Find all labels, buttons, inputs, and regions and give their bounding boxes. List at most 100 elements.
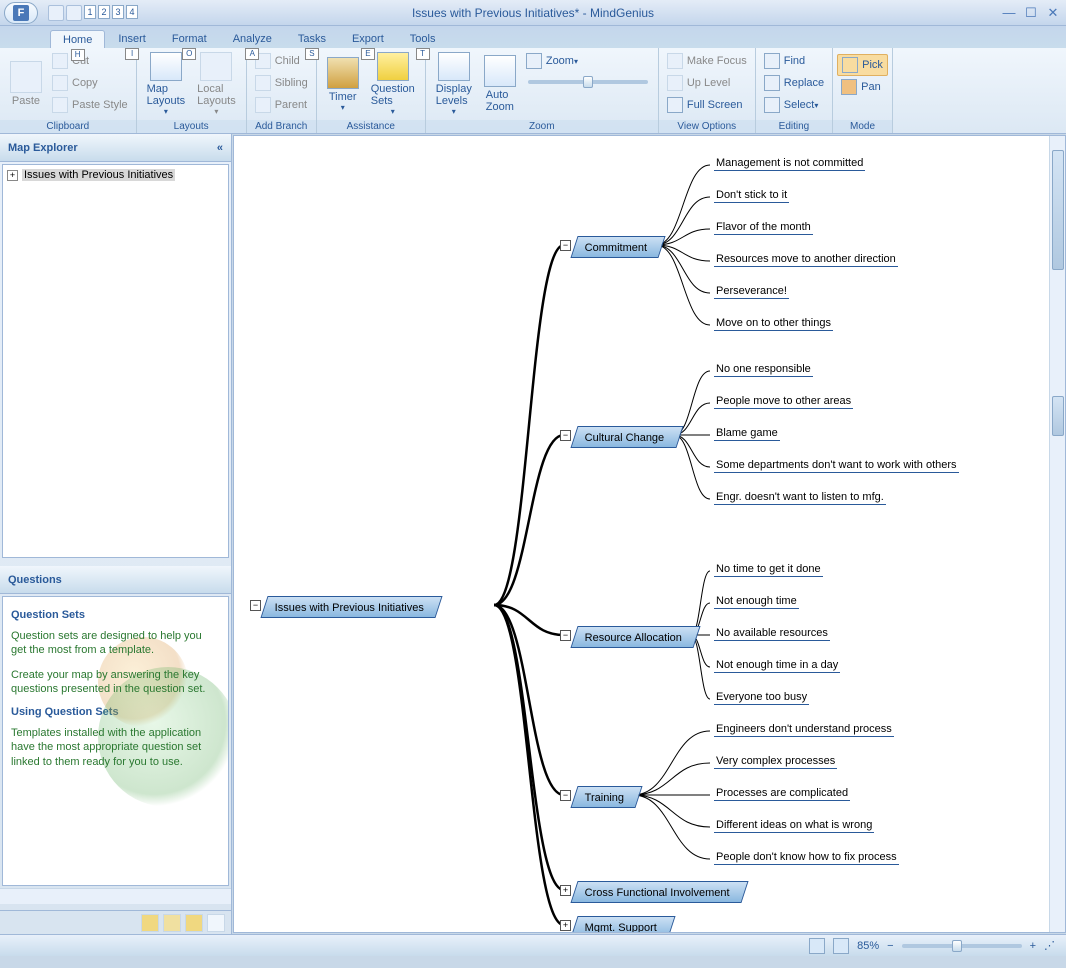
local-layouts-button[interactable]: Local Layouts▾ bbox=[191, 50, 242, 118]
expand-icon[interactable]: + bbox=[7, 170, 18, 181]
tool-brush-icon[interactable] bbox=[185, 914, 203, 932]
tab-tools[interactable]: ToolsT bbox=[397, 29, 449, 48]
parent-button[interactable]: Parent bbox=[251, 94, 312, 116]
qat-num-3[interactable]: 3 bbox=[112, 5, 124, 19]
display-levels-button[interactable]: Display Levels▾ bbox=[430, 50, 478, 118]
tab-export[interactable]: ExportE bbox=[339, 29, 397, 48]
resize-grip-icon[interactable]: ⋰ bbox=[1044, 939, 1058, 953]
collapse-panel-button[interactable]: « bbox=[217, 142, 223, 154]
timer-button[interactable]: Timer▾ bbox=[321, 50, 365, 118]
select-button[interactable]: Select ▾ bbox=[760, 94, 828, 116]
map-node[interactable]: Training bbox=[570, 786, 642, 808]
slider-thumb[interactable] bbox=[583, 76, 593, 88]
find-button[interactable]: Find bbox=[760, 50, 828, 72]
tool-pencil-icon[interactable] bbox=[141, 914, 159, 932]
map-leaf[interactable]: Engineers don't understand process bbox=[714, 723, 894, 737]
tool-question-icon[interactable] bbox=[163, 914, 181, 932]
slider-thumb[interactable] bbox=[952, 940, 962, 952]
qat-save-icon[interactable] bbox=[66, 5, 82, 21]
mindmap-canvas[interactable]: Issues with Previous Initiatives−Commitm… bbox=[234, 136, 1065, 932]
workspace: Map Explorer « + Issues with Previous In… bbox=[0, 134, 1066, 934]
map-leaf[interactable]: Not enough time bbox=[714, 595, 799, 609]
minimize-button[interactable]: — bbox=[1000, 6, 1018, 20]
tab-analyze[interactable]: AnalyzeA bbox=[220, 29, 285, 48]
qat-new-icon[interactable] bbox=[48, 5, 64, 21]
tree-root-item[interactable]: + Issues with Previous Initiatives bbox=[7, 169, 224, 181]
close-button[interactable]: ✕ bbox=[1044, 6, 1062, 20]
map-leaf[interactable]: Move on to other things bbox=[714, 317, 833, 331]
group-label: Mode bbox=[833, 120, 892, 133]
status-icon[interactable] bbox=[833, 938, 849, 954]
replace-button[interactable]: Replace bbox=[760, 72, 828, 94]
app-icon: F bbox=[13, 5, 29, 21]
map-node[interactable]: Mgmt. Support bbox=[570, 916, 675, 932]
map-leaf[interactable]: Different ideas on what is wrong bbox=[714, 819, 874, 833]
map-leaf[interactable]: People move to other areas bbox=[714, 395, 853, 409]
map-leaf[interactable]: Perseverance! bbox=[714, 285, 789, 299]
auto-zoom-button[interactable]: Auto Zoom bbox=[478, 50, 522, 118]
up-level-button[interactable]: Up Level bbox=[663, 72, 751, 94]
maximize-button[interactable]: ☐ bbox=[1022, 6, 1040, 20]
question-sets-button[interactable]: Question Sets▾ bbox=[365, 50, 421, 118]
scrollbar-thumb[interactable] bbox=[1052, 150, 1064, 270]
map-leaf[interactable]: Blame game bbox=[714, 427, 780, 441]
zoom-in-button[interactable]: + bbox=[1030, 940, 1036, 952]
map-leaf[interactable]: Not enough time in a day bbox=[714, 659, 840, 673]
app-menu-button[interactable]: F bbox=[4, 2, 38, 24]
zoom-out-button[interactable]: − bbox=[887, 940, 893, 952]
map-node[interactable]: Cross Functional Involvement bbox=[570, 881, 748, 903]
map-leaf[interactable]: Flavor of the month bbox=[714, 221, 813, 235]
map-leaf[interactable]: No available resources bbox=[714, 627, 830, 641]
map-leaf[interactable]: People don't know how to fix process bbox=[714, 851, 899, 865]
scrollbar-thumb[interactable] bbox=[1052, 396, 1064, 436]
make-focus-button[interactable]: Make Focus bbox=[663, 50, 751, 72]
qat-num-4[interactable]: 4 bbox=[126, 5, 138, 19]
collapse-toggle-icon[interactable]: − bbox=[560, 630, 571, 641]
map-node[interactable]: Commitment bbox=[570, 236, 665, 258]
collapse-toggle-icon[interactable]: + bbox=[560, 885, 571, 896]
collapse-toggle-icon[interactable]: − bbox=[250, 600, 261, 611]
qat-num-2[interactable]: 2 bbox=[98, 5, 110, 19]
map-leaf[interactable]: Resources move to another direction bbox=[714, 253, 898, 267]
map-explorer-tree[interactable]: + Issues with Previous Initiatives bbox=[2, 164, 229, 558]
questions-scrollbar[interactable] bbox=[0, 888, 231, 904]
quick-access-toolbar: 1 2 3 4 bbox=[48, 5, 138, 21]
qat-num-1[interactable]: 1 bbox=[84, 5, 96, 19]
status-zoom-slider[interactable] bbox=[902, 944, 1022, 948]
tool-grid-icon[interactable] bbox=[207, 914, 225, 932]
zoom-button[interactable]: Zoom ▾ bbox=[522, 50, 654, 72]
status-icon[interactable] bbox=[809, 938, 825, 954]
map-node[interactable]: Issues with Previous Initiatives bbox=[260, 596, 442, 618]
paste-style-button[interactable]: Paste Style bbox=[48, 94, 132, 116]
sibling-button[interactable]: Sibling bbox=[251, 72, 312, 94]
tab-tasks[interactable]: TasksS bbox=[285, 29, 339, 48]
cut-button[interactable]: Cut bbox=[48, 50, 132, 72]
paste-button[interactable]: Paste bbox=[4, 50, 48, 118]
tab-home[interactable]: HomeH bbox=[50, 30, 105, 48]
map-node[interactable]: Resource Allocation bbox=[570, 626, 700, 648]
map-leaf[interactable]: Don't stick to it bbox=[714, 189, 789, 203]
map-leaf[interactable]: No one responsible bbox=[714, 363, 813, 377]
collapse-toggle-icon[interactable]: − bbox=[560, 430, 571, 441]
map-layouts-button[interactable]: Map Layouts▾ bbox=[141, 50, 192, 118]
map-leaf[interactable]: Processes are complicated bbox=[714, 787, 850, 801]
collapse-toggle-icon[interactable]: + bbox=[560, 920, 571, 931]
pan-mode-button[interactable]: Pan bbox=[837, 76, 888, 98]
map-leaf[interactable]: Everyone too busy bbox=[714, 691, 809, 705]
child-button[interactable]: Child bbox=[251, 50, 312, 72]
vertical-scrollbar[interactable] bbox=[1049, 136, 1065, 932]
copy-button[interactable]: Copy bbox=[48, 72, 132, 94]
tab-insert[interactable]: InsertI bbox=[105, 29, 159, 48]
collapse-toggle-icon[interactable]: − bbox=[560, 790, 571, 801]
map-leaf[interactable]: Some departments don't want to work with… bbox=[714, 459, 959, 473]
tab-format[interactable]: FormatO bbox=[159, 29, 220, 48]
map-leaf[interactable]: Engr. doesn't want to listen to mfg. bbox=[714, 491, 886, 505]
map-node[interactable]: Cultural Change bbox=[570, 426, 683, 448]
full-screen-button[interactable]: Full Screen bbox=[663, 94, 751, 116]
collapse-toggle-icon[interactable]: − bbox=[560, 240, 571, 251]
map-leaf[interactable]: Management is not committed bbox=[714, 157, 865, 171]
map-leaf[interactable]: Very complex processes bbox=[714, 755, 837, 769]
pick-mode-button[interactable]: Pick bbox=[837, 54, 888, 76]
zoom-slider[interactable] bbox=[528, 80, 648, 84]
map-leaf[interactable]: No time to get it done bbox=[714, 563, 823, 577]
